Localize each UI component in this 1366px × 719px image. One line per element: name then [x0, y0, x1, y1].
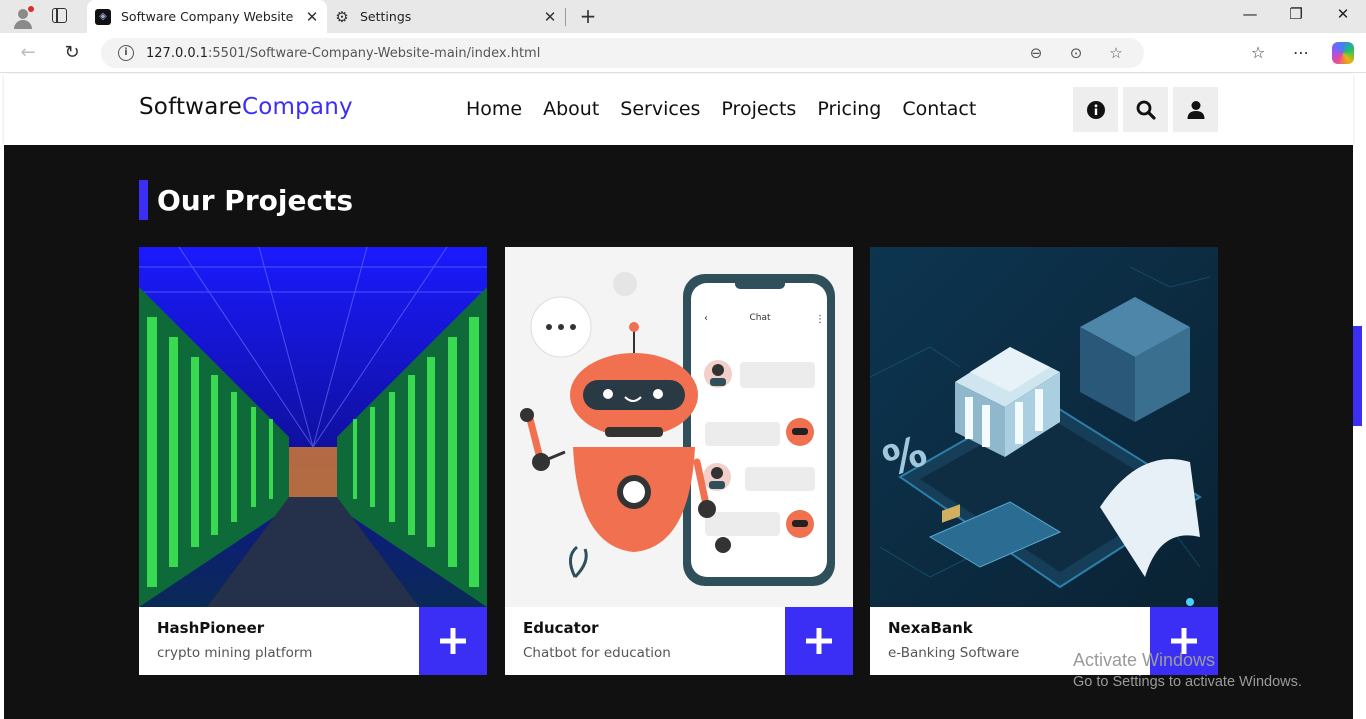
web-page: SoftwareCompany Home About Services Proj… — [4, 74, 1353, 719]
gear-icon: ⚙ — [335, 7, 349, 26]
zoom-icon[interactable]: ⊖ — [1024, 44, 1048, 62]
nav-projects[interactable]: Projects — [721, 98, 796, 120]
project-name: NexaBank — [888, 619, 973, 637]
address-toolbar: ← ↻ i 127.0.0.1:5501/Software-Company-We… — [0, 33, 1366, 73]
heading-accent-bar — [139, 180, 148, 220]
projects-title: Our Projects — [157, 183, 354, 217]
project-description: Chatbot for education — [523, 645, 671, 661]
nav-pricing[interactable]: Pricing — [817, 98, 881, 120]
project-card: HashPioneer crypto mining platform — [139, 247, 487, 675]
project-card: % NexaBank e-Banking Software — [870, 247, 1218, 675]
nav-services[interactable]: Services — [620, 98, 700, 120]
new-tab-button[interactable]: + — [578, 4, 598, 28]
section-heading: Our Projects — [139, 180, 353, 220]
tab-settings[interactable]: ⚙ Settings ✕ — [330, 0, 565, 33]
plus-icon — [440, 628, 466, 654]
project-description: crypto mining platform — [157, 645, 313, 661]
activate-windows-watermark: Activate Windows Go to Settings to activ… — [1073, 650, 1302, 690]
site-logo[interactable]: SoftwareCompany — [139, 94, 353, 120]
tab-title: Software Company Website — [121, 9, 294, 24]
profile-icon[interactable] — [10, 4, 36, 30]
info-icon — [1086, 100, 1105, 119]
more-menu-icon[interactable]: ⋯ — [1290, 43, 1312, 62]
expand-project-button[interactable] — [419, 607, 487, 675]
back-button[interactable]: ← — [17, 42, 39, 63]
page-scrollbar-thumb[interactable] — [1353, 326, 1362, 426]
project-image-chatbot: Chat ‹ ⋮ — [505, 247, 853, 607]
tab-actions-icon[interactable] — [52, 8, 67, 23]
plus-icon — [806, 628, 832, 654]
expand-project-button[interactable] — [785, 607, 853, 675]
favorite-star-icon[interactable]: ☆ — [1104, 44, 1128, 62]
project-info: HashPioneer crypto mining platform — [139, 607, 487, 675]
reload-button[interactable]: ↻ — [61, 42, 83, 63]
reading-mode-icon[interactable]: ⊙ — [1064, 44, 1088, 62]
close-tab-icon[interactable]: ✕ — [541, 8, 559, 26]
project-name: Educator — [523, 619, 599, 637]
close-window-button[interactable]: ✕ — [1331, 5, 1355, 23]
info-button[interactable] — [1073, 87, 1118, 132]
address-bar[interactable]: i 127.0.0.1:5501/Software-Company-Websit… — [101, 38, 1144, 68]
phone-chat-label: Chat — [749, 313, 771, 323]
project-image-banking: % — [870, 247, 1218, 607]
restore-button[interactable]: ❐ — [1284, 5, 1308, 23]
project-description: e-Banking Software — [888, 645, 1020, 661]
tab-software-company[interactable]: ◈ Software Company Website ✕ — [87, 0, 327, 33]
search-icon — [1136, 100, 1156, 120]
activate-title: Activate Windows — [1073, 650, 1216, 670]
site-favicon-icon: ◈ — [95, 8, 111, 25]
svg-text:‹: ‹ — [704, 313, 708, 324]
project-image-mining — [139, 247, 487, 607]
project-info: Educator Chatbot for education — [505, 607, 853, 675]
user-button[interactable] — [1173, 87, 1218, 132]
project-card: Chat ‹ ⋮ Educator Chatbot for education — [505, 247, 853, 675]
favorites-icon[interactable]: ☆ — [1247, 43, 1269, 62]
browser-tab-bar: ◈ Software Company Website ✕ ⚙ Settings … — [0, 0, 1366, 33]
minimize-button[interactable]: — — [1238, 5, 1262, 23]
tab-separator — [565, 8, 566, 26]
svg-text:⋮: ⋮ — [815, 314, 825, 325]
nav-contact[interactable]: Contact — [902, 98, 976, 120]
nav-home[interactable]: Home — [466, 98, 522, 120]
site-info-icon[interactable]: i — [118, 45, 134, 61]
tab-title: Settings — [360, 9, 412, 24]
site-header: SoftwareCompany Home About Services Proj… — [4, 74, 1353, 145]
close-tab-icon[interactable]: ✕ — [303, 8, 321, 26]
project-name: HashPioneer — [157, 619, 265, 637]
search-button[interactable] — [1123, 87, 1168, 132]
activate-subtitle: Go to Settings to activate Windows. — [1073, 674, 1302, 690]
main-nav: Home About Services Projects Pricing Con… — [466, 98, 976, 120]
url-text[interactable]: 127.0.0.1:5501/Software-Company-Website-… — [146, 46, 1024, 61]
user-icon — [1187, 100, 1204, 119]
copilot-icon[interactable] — [1332, 42, 1354, 64]
nav-about[interactable]: About — [543, 98, 599, 120]
